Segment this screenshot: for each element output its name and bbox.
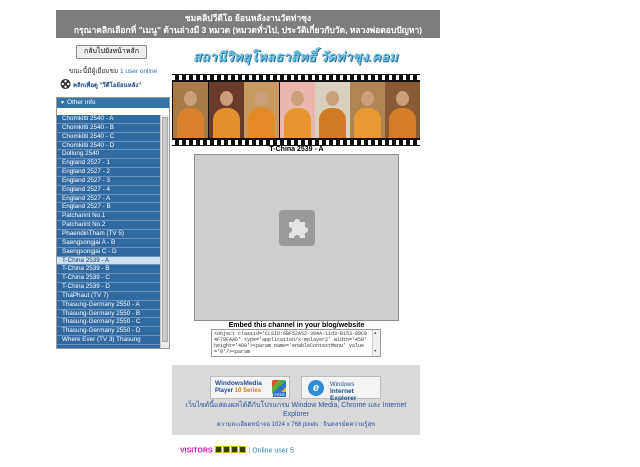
list-item[interactable]: England 2527 - B xyxy=(57,203,161,213)
scroll-down-icon[interactable]: ▼ xyxy=(374,349,376,355)
page-header: ชมคลิปวีดีโอ ย้อนหลังงานวัดท่าซุง กรุณาค… xyxy=(56,10,440,38)
ie-title: Internet Explorer xyxy=(330,388,357,402)
puzzle-icon xyxy=(289,219,308,238)
list-item[interactable]: Patcharint No.2 xyxy=(57,221,161,230)
list-item[interactable]: Saengsongjai A - B xyxy=(57,239,161,248)
film-holes-top xyxy=(172,75,420,80)
list-item[interactable]: ThaPhaut (TV 7) xyxy=(57,292,161,301)
browser-support-box: WindowsMedia Player 10 Series FREE e Win… xyxy=(172,365,420,435)
visitors-label: VISITORS xyxy=(180,447,213,455)
video-player[interactable] xyxy=(194,154,399,321)
list-item[interactable]: T-China 2539 - D xyxy=(57,283,161,292)
monk-photo xyxy=(385,82,420,138)
list-item[interactable]: Saengsongjai C - D xyxy=(57,248,161,257)
windows-media-player-badge[interactable]: WindowsMedia Player 10 Series FREE xyxy=(210,376,290,399)
list-item[interactable]: T-China 2539 - B xyxy=(57,265,161,275)
list-item[interactable]: Thasung-Germany 2550 - B xyxy=(57,310,161,319)
wmp-player-label: Player xyxy=(215,388,235,394)
monk-photo xyxy=(209,82,244,138)
scroll-up-icon[interactable]: ▲ xyxy=(374,331,376,337)
list-item[interactable]: Dollung 2540 xyxy=(57,150,161,160)
list-item[interactable]: England 2527 - 1 xyxy=(57,159,161,169)
wmp-title: WindowsMedia xyxy=(215,380,262,387)
list-item[interactable]: Thasung-Germany 2550 - A xyxy=(57,301,161,310)
list-item[interactable]: T-China 2539 - C xyxy=(57,274,161,284)
embed-code: <object classid='CLSID:6BF52A52-394A-11d… xyxy=(214,331,368,355)
list-item[interactable]: Where Ever (TV 3) Thasung xyxy=(57,336,161,345)
monk-photo xyxy=(315,82,350,138)
wmp-free-label: FREE xyxy=(273,392,286,397)
list-item[interactable]: England 2527 - 2 xyxy=(57,168,161,177)
list-item[interactable]: Patcharint No.1 xyxy=(57,212,161,222)
list-item[interactable]: Thasung-Germany 2550 - D xyxy=(57,327,161,337)
resolution-note: ความละเอียดหน้าจอ 1024 x 768 pixels : จิ… xyxy=(216,422,376,428)
page-footer: VISITORS | Online user 5 xyxy=(180,446,294,455)
header-subtitle: กรุณาคลิกเลือกที่ "เมนู" ด้านล่างมี 3 หม… xyxy=(73,25,423,35)
list-item[interactable]: England 2527 - 4 xyxy=(57,186,161,195)
list-item[interactable]: Chomkitti 2540 - B xyxy=(57,124,161,133)
panel-title: Other info xyxy=(66,99,96,106)
internet-explorer-icon: e xyxy=(308,380,324,396)
footer-separator: | xyxy=(248,447,251,455)
online-prefix: ขณะนี้มีผู้เยี่ยมชม xyxy=(68,68,119,75)
home-button[interactable]: กลับไปยังหน้าหลัก xyxy=(76,45,147,59)
triangle-down-icon: ▼ xyxy=(60,100,65,106)
embed-scrollbar[interactable]: ▲ ▼ xyxy=(372,330,380,356)
other-info-panel: ▼ Other info Chomkitti 2540 - A Chomkitti … xyxy=(56,97,170,349)
panel-header[interactable]: ▼ Other info xyxy=(57,98,169,108)
film-reel-icon xyxy=(60,78,71,90)
channel-list[interactable]: Chomkitti 2540 - A Chomkitti 2540 - B Chom… xyxy=(57,115,161,348)
video-archive-link[interactable]: คลิกเพื่อดู "วีดีโอย้อนหลัง" xyxy=(58,78,168,91)
photo-filmstrip xyxy=(172,74,420,146)
embed-code-textarea[interactable]: <object classid='CLSID:6BF52A52-394A-11d… xyxy=(211,329,381,357)
monk-photo xyxy=(280,82,315,138)
online-count: 1 user online xyxy=(119,68,158,75)
film-holes-bottom xyxy=(172,140,420,145)
wmp-series-label: 10 Series xyxy=(234,388,262,394)
video-title: T-China 2539 - A xyxy=(269,146,324,153)
channel-list-scrollbar[interactable] xyxy=(160,115,169,348)
list-item[interactable]: Chomkitti 2540 - C xyxy=(57,133,161,142)
online-users: Online user 5 xyxy=(252,447,294,455)
site-logo: สถานีวิทยุโหลธาสิทธิ์ วัดท่าซุง.คอม xyxy=(193,49,398,64)
list-item[interactable]: Chomkitti 2540 - D xyxy=(57,142,161,151)
plugin-placeholder[interactable] xyxy=(279,210,315,246)
list-item[interactable]: T-China 2539 - A xyxy=(57,256,161,266)
visitor-counter xyxy=(214,446,247,455)
wmp-version: Player 10 Series xyxy=(215,388,261,394)
list-item[interactable]: Thasung-Germany 2550 - C xyxy=(57,318,161,328)
scrollbar-thumb[interactable] xyxy=(162,117,168,342)
browser-note: เว็บไซต์นี้แสดงผลได้ดีกับโปรแกรม Window … xyxy=(185,402,407,418)
list-item[interactable]: PhaendinTham (TV 5) xyxy=(57,230,161,239)
monk-photo xyxy=(350,82,385,138)
list-item[interactable]: Chomkitti 2540 - A xyxy=(57,115,161,124)
monk-photo xyxy=(173,82,208,138)
list-item[interactable]: England 2527 - 3 xyxy=(57,177,161,186)
embed-title: Embed this channel in your blog/website xyxy=(228,322,365,329)
online-status: ขณะนี้มีผู้เยี่ยมชม 1 user online xyxy=(56,66,170,76)
header-title: ชมคลิปวีดีโอ ย้อนหลังงานวัดท่าซุง xyxy=(184,13,312,23)
video-archive-label: คลิกเพื่อดู "วีดีโอย้อนหลัง" xyxy=(73,83,142,89)
internet-explorer-badge[interactable]: e Windows Internet Explorer xyxy=(301,376,381,402)
list-item[interactable]: England 2527 - A xyxy=(57,195,161,204)
monk-photo xyxy=(244,82,279,138)
